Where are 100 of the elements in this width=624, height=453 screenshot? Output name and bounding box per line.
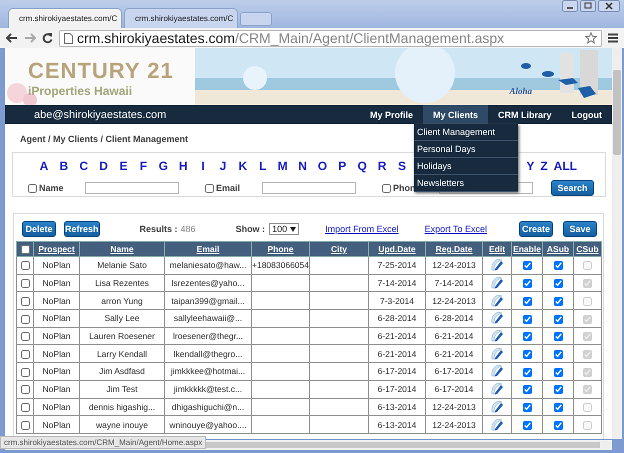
pencil-icon[interactable] <box>490 382 504 396</box>
letter-link[interactable]: Z <box>540 159 548 173</box>
letter-link[interactable]: C <box>74 159 94 173</box>
minimize-icon[interactable] <box>562 0 578 12</box>
asub-checkbox[interactable] <box>554 368 562 377</box>
letter-link[interactable]: D <box>94 159 114 173</box>
input-field[interactable] <box>262 182 356 194</box>
asub-checkbox[interactable] <box>554 420 562 430</box>
asub-checkbox[interactable] <box>554 332 562 342</box>
refresh-button[interactable]: Refresh <box>64 220 100 236</box>
menu-item[interactable]: Newsletters <box>414 175 518 192</box>
enable-checkbox[interactable] <box>522 296 532 306</box>
address-field[interactable]: crm.shirokiyaestates.com/CRM_Main/Agent/ClientManagement.aspx <box>59 30 602 46</box>
select-all-checkbox[interactable] <box>20 245 30 254</box>
enable-checkbox[interactable] <box>522 332 532 342</box>
enable-checkbox[interactable] <box>522 368 532 377</box>
letter-link[interactable]: P <box>332 159 352 173</box>
save-button[interactable]: Save <box>562 220 597 236</box>
filter-checkbox[interactable] <box>382 184 391 192</box>
pencil-icon[interactable] <box>490 276 504 290</box>
filter-checkbox[interactable] <box>205 184 214 192</box>
letter-link[interactable]: N <box>292 159 312 173</box>
back-icon[interactable] <box>6 33 18 43</box>
letter-link[interactable]: H <box>173 159 194 173</box>
row-checkbox[interactable] <box>20 261 30 270</box>
asub-checkbox[interactable] <box>554 385 562 394</box>
filter-checkbox[interactable] <box>28 184 37 192</box>
column-header[interactable]: CSub <box>574 242 602 256</box>
pencil-icon[interactable] <box>490 329 504 344</box>
letter-link[interactable]: L <box>252 159 273 173</box>
asub-checkbox[interactable] <box>554 350 562 359</box>
input-field[interactable] <box>85 182 179 194</box>
row-checkbox[interactable] <box>20 332 30 342</box>
enable-checkbox[interactable] <box>522 350 532 359</box>
menu-icon[interactable] <box>608 33 618 43</box>
pencil-icon[interactable] <box>490 346 504 361</box>
column-header[interactable]: Edit <box>482 242 512 256</box>
pencil-icon[interactable] <box>490 311 504 326</box>
row-checkbox[interactable] <box>20 385 30 394</box>
restore-icon[interactable] <box>580 0 596 12</box>
browser-tab[interactable]: crm.shirokiyaestates.com/C <box>8 8 122 28</box>
nav-link[interactable]: My Clients <box>422 105 488 124</box>
pencil-icon[interactable] <box>490 258 504 272</box>
letter-link[interactable]: B <box>54 159 74 173</box>
row-checkbox[interactable] <box>20 350 30 359</box>
enable-checkbox[interactable] <box>522 279 532 288</box>
nav-link[interactable]: My Profile <box>360 105 423 124</box>
letter-link[interactable]: A <box>34 159 54 173</box>
search-button[interactable]: Search <box>551 180 594 196</box>
row-checkbox[interactable] <box>20 402 30 412</box>
menu-item[interactable]: Holidays <box>414 158 518 175</box>
letter-link[interactable]: ALL <box>554 159 577 173</box>
letter-link[interactable]: O <box>312 159 332 173</box>
column-header[interactable]: Upd.Date <box>368 242 426 256</box>
row-checkbox[interactable] <box>20 279 30 288</box>
asub-checkbox[interactable] <box>554 296 562 306</box>
pencil-icon[interactable] <box>490 418 504 432</box>
letter-link[interactable]: F <box>133 159 154 173</box>
create-button[interactable]: Create <box>518 220 553 236</box>
enable-checkbox[interactable] <box>522 314 532 324</box>
row-checkbox[interactable] <box>20 296 30 306</box>
nav-link[interactable]: CRM Library <box>488 105 562 124</box>
import-link[interactable]: Import From Excel <box>325 224 399 234</box>
scrollbar[interactable] <box>612 48 622 439</box>
column-header[interactable]: ASub <box>542 242 574 256</box>
letter-link[interactable]: M <box>272 159 293 173</box>
export-link[interactable]: Export To Excel <box>424 224 487 234</box>
menu-item[interactable]: Personal Days <box>414 141 518 158</box>
star-icon[interactable] <box>585 32 597 44</box>
enable-checkbox[interactable] <box>522 402 532 412</box>
enable-checkbox[interactable] <box>522 385 532 394</box>
pencil-icon[interactable] <box>490 294 504 308</box>
letter-link[interactable]: Q <box>352 159 372 173</box>
reload-icon[interactable] <box>42 32 53 44</box>
letter-link[interactable]: E <box>114 159 134 173</box>
column-header[interactable]: Email <box>164 242 252 256</box>
letter-link[interactable]: K <box>232 159 253 173</box>
asub-checkbox[interactable] <box>554 261 562 270</box>
enable-checkbox[interactable] <box>522 420 532 430</box>
page-size-select[interactable]: 100 <box>269 222 300 234</box>
letter-link[interactable]: J <box>213 159 233 173</box>
column-header[interactable]: Name <box>80 242 164 256</box>
row-checkbox[interactable] <box>20 314 30 324</box>
column-header[interactable]: Enable <box>512 242 542 256</box>
row-checkbox[interactable] <box>20 420 30 430</box>
asub-checkbox[interactable] <box>554 402 562 412</box>
column-header[interactable]: Reg.Date <box>426 242 482 256</box>
enable-checkbox[interactable] <box>522 261 532 270</box>
browser-tab[interactable]: crm.shirokiyaestates.com/C <box>124 8 238 28</box>
letter-link[interactable]: Y <box>526 159 534 173</box>
letter-link[interactable]: I <box>193 159 214 173</box>
asub-checkbox[interactable] <box>554 314 562 324</box>
letter-link[interactable]: R <box>372 159 392 173</box>
asub-checkbox[interactable] <box>554 279 562 288</box>
row-checkbox[interactable] <box>20 368 30 377</box>
menu-item[interactable]: Client Management <box>414 124 518 141</box>
letter-link[interactable]: S <box>392 159 412 173</box>
pencil-icon[interactable] <box>490 364 504 378</box>
column-header[interactable]: City <box>310 242 368 256</box>
pencil-icon[interactable] <box>490 400 504 414</box>
